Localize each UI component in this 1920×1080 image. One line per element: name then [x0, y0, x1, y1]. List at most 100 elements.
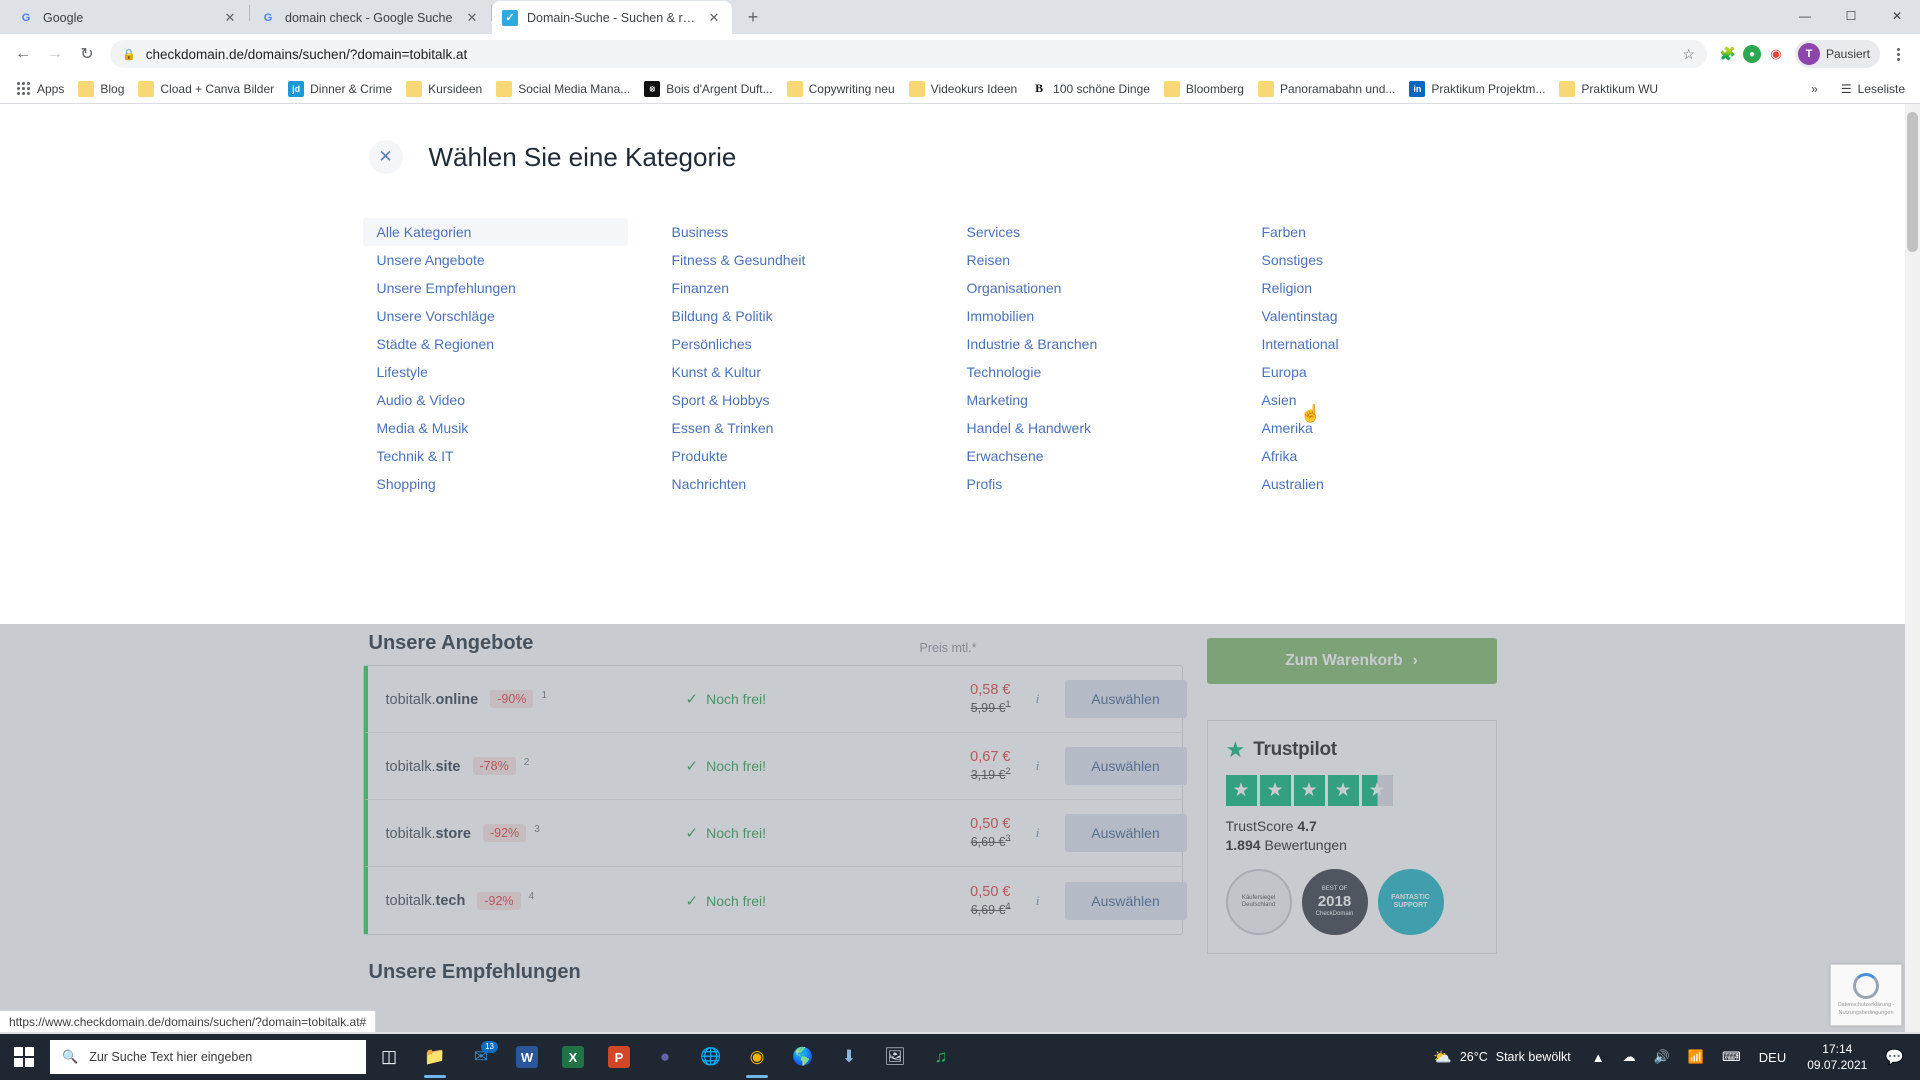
file-explorer-icon[interactable]: 📁 [412, 1034, 458, 1080]
language-indicator[interactable]: DEU [1750, 1050, 1795, 1065]
close-icon[interactable]: ✕ [222, 10, 238, 26]
clock[interactable]: 17:14 09.07.2021 [1795, 1041, 1879, 1073]
category-staedte-regionen[interactable]: Städte & Regionen [363, 330, 509, 358]
keyboard-icon[interactable]: ⌨ [1713, 1049, 1750, 1065]
category-farben[interactable]: Farben [1248, 218, 1320, 246]
category-handel-handwerk[interactable]: Handel & Handwerk [953, 414, 1106, 442]
recaptcha-badge[interactable]: Datenschutzerklärung - Nutzungsbedingung… [1830, 964, 1902, 1026]
chrome-menu-icon[interactable] [1884, 40, 1912, 68]
select-button[interactable]: Auswählen [1064, 747, 1187, 785]
word-icon[interactable]: W [516, 1046, 538, 1068]
close-window-button[interactable]: ✕ [1874, 0, 1920, 32]
category-europa[interactable]: Europa [1248, 358, 1321, 386]
chrome-icon[interactable]: ◉ [734, 1034, 780, 1080]
bookmark-dinner-crime[interactable]: jd Dinner & Crime [281, 77, 399, 101]
close-icon[interactable]: ✕ [368, 140, 403, 174]
category-sonstiges[interactable]: Sonstiges [1248, 246, 1337, 274]
tab-domain-check[interactable]: G domain check - Google Suche ✕ [250, 1, 490, 34]
category-produkte[interactable]: Produkte [658, 442, 742, 470]
windows-start-icon[interactable] [0, 1034, 48, 1080]
bookmark-social-media[interactable]: Social Media Mana... [489, 77, 637, 101]
reading-list-button[interactable]: ☰ Leseliste [1834, 78, 1912, 100]
onedrive-icon[interactable]: ☁ [1614, 1049, 1645, 1065]
tab-google[interactable]: G Google ✕ [8, 1, 248, 34]
bookmark-praktikum-projektm[interactable]: in Praktikum Projektm... [1402, 77, 1552, 101]
powerpoint-icon[interactable]: P [608, 1046, 630, 1068]
info-icon[interactable]: i [1011, 758, 1065, 774]
category-shopping[interactable]: Shopping [363, 470, 450, 498]
download-icon[interactable]: ⬇ [826, 1034, 872, 1080]
bookmark-100-schoene-dinge[interactable]: B 100 schöne Dinge [1024, 77, 1157, 101]
edge-icon[interactable]: 🌎 [780, 1034, 826, 1080]
page-scrollbar[interactable] [1905, 104, 1920, 1032]
photos-icon[interactable]: 🖼 [872, 1034, 918, 1080]
category-erwachsene[interactable]: Erwachsene [953, 442, 1058, 470]
profile-button[interactable]: T Pausiert [1794, 40, 1880, 68]
category-audio-video[interactable]: Audio & Video [363, 386, 479, 414]
bookmark-copywriting[interactable]: Copywriting neu [780, 77, 902, 101]
bookmark-cload-canva[interactable]: Cload + Canva Bilder [131, 77, 281, 101]
bookmark-bloomberg[interactable]: Bloomberg [1157, 77, 1251, 101]
category-lifestyle[interactable]: Lifestyle [363, 358, 442, 386]
back-icon[interactable]: ← [8, 39, 38, 69]
category-nachrichten[interactable]: Nachrichten [658, 470, 761, 498]
excel-icon[interactable]: X [562, 1046, 584, 1068]
category-services[interactable]: Services [953, 218, 1035, 246]
wifi-icon[interactable]: 📶 [1679, 1049, 1713, 1065]
minimize-button[interactable]: — [1782, 0, 1828, 32]
tab-domain-suche[interactable]: ✓ Domain-Suche - Suchen & regist ✕ [492, 1, 732, 34]
adblock-icon[interactable]: ● [1742, 45, 1761, 63]
category-asien[interactable]: Asien [1248, 386, 1311, 414]
close-icon[interactable]: ✕ [464, 10, 480, 26]
select-button[interactable]: Auswählen [1064, 881, 1187, 920]
bookmark-bois-dargent[interactable]: ⦻ Bois d'Argent Duft... [637, 77, 779, 101]
category-alle-kategorien[interactable]: Alle Kategorien [362, 218, 628, 246]
category-profis[interactable]: Profis [953, 470, 1017, 498]
bookmarks-overflow-button[interactable]: » [1805, 79, 1824, 99]
scrollbar-thumb[interactable] [1907, 112, 1918, 252]
category-unsere-vorschlaege[interactable]: Unsere Vorschläge [363, 302, 509, 330]
category-media-musik[interactable]: Media & Musik [363, 414, 483, 442]
category-persoenliches[interactable]: Persönliches [658, 330, 766, 358]
category-unsere-angebote[interactable]: Unsere Angebote [363, 246, 499, 274]
category-industrie-branchen[interactable]: Industrie & Branchen [953, 330, 1112, 358]
close-icon[interactable]: ✕ [706, 10, 722, 26]
category-religion[interactable]: Religion [1248, 274, 1327, 302]
category-sport-hobbys[interactable]: Sport & Hobbys [658, 386, 784, 414]
category-valentinstag[interactable]: Valentinstag [1248, 302, 1352, 330]
cart-button[interactable]: Zum Warenkorb › [1206, 638, 1497, 684]
bookmark-apps[interactable]: Apps [8, 77, 71, 101]
category-kunst-kultur[interactable]: Kunst & Kultur [658, 358, 776, 386]
globe-icon[interactable]: 🌐 [688, 1034, 734, 1080]
category-essen-trinken[interactable]: Essen & Trinken [658, 414, 788, 442]
weather-widget[interactable]: ⛅ 26°C Stark bewölkt [1421, 1048, 1583, 1066]
spotify-icon[interactable]: ♫ [918, 1034, 964, 1080]
mail-icon[interactable]: ✉ 13 [458, 1034, 504, 1080]
select-button[interactable]: Auswählen [1064, 680, 1187, 718]
bookmark-kursideen[interactable]: Kursideen [399, 77, 489, 101]
category-bildung-politik[interactable]: Bildung & Politik [658, 302, 787, 330]
chevron-up-icon[interactable]: ▲ [1583, 1050, 1614, 1065]
category-afrika[interactable]: Afrika [1248, 442, 1312, 470]
category-marketing[interactable]: Marketing [953, 386, 1042, 414]
category-reisen[interactable]: Reisen [953, 246, 1025, 274]
category-unsere-empfehlungen[interactable]: Unsere Empfehlungen [363, 274, 530, 302]
new-tab-button[interactable]: + [739, 3, 767, 31]
category-finanzen[interactable]: Finanzen [658, 274, 744, 302]
info-icon[interactable]: i [1011, 893, 1065, 909]
address-bar[interactable]: 🔒 checkdomain.de/domains/suchen/?domain=… [110, 40, 1707, 68]
info-icon[interactable]: i [1011, 691, 1065, 707]
category-business[interactable]: Business [658, 218, 743, 246]
bookmark-praktikum-wu[interactable]: Praktikum WU [1552, 77, 1665, 101]
extension-puzzle-icon[interactable]: 🧩 [1715, 41, 1741, 67]
category-organisationen[interactable]: Organisationen [953, 274, 1076, 302]
category-amerika[interactable]: Amerika [1248, 414, 1327, 442]
category-immobilien[interactable]: Immobilien [953, 302, 1049, 330]
forward-icon[interactable]: → [40, 39, 70, 69]
category-technik-it[interactable]: Technik & IT [363, 442, 468, 470]
search-input[interactable]: 🔍 Zur Suche Text hier eingeben [50, 1040, 366, 1074]
notification-icon[interactable]: 💬 [1879, 1048, 1916, 1066]
category-international[interactable]: International [1248, 330, 1353, 358]
volume-icon[interactable]: 🔊 [1645, 1049, 1679, 1065]
reload-icon[interactable]: ↻ [72, 39, 102, 69]
